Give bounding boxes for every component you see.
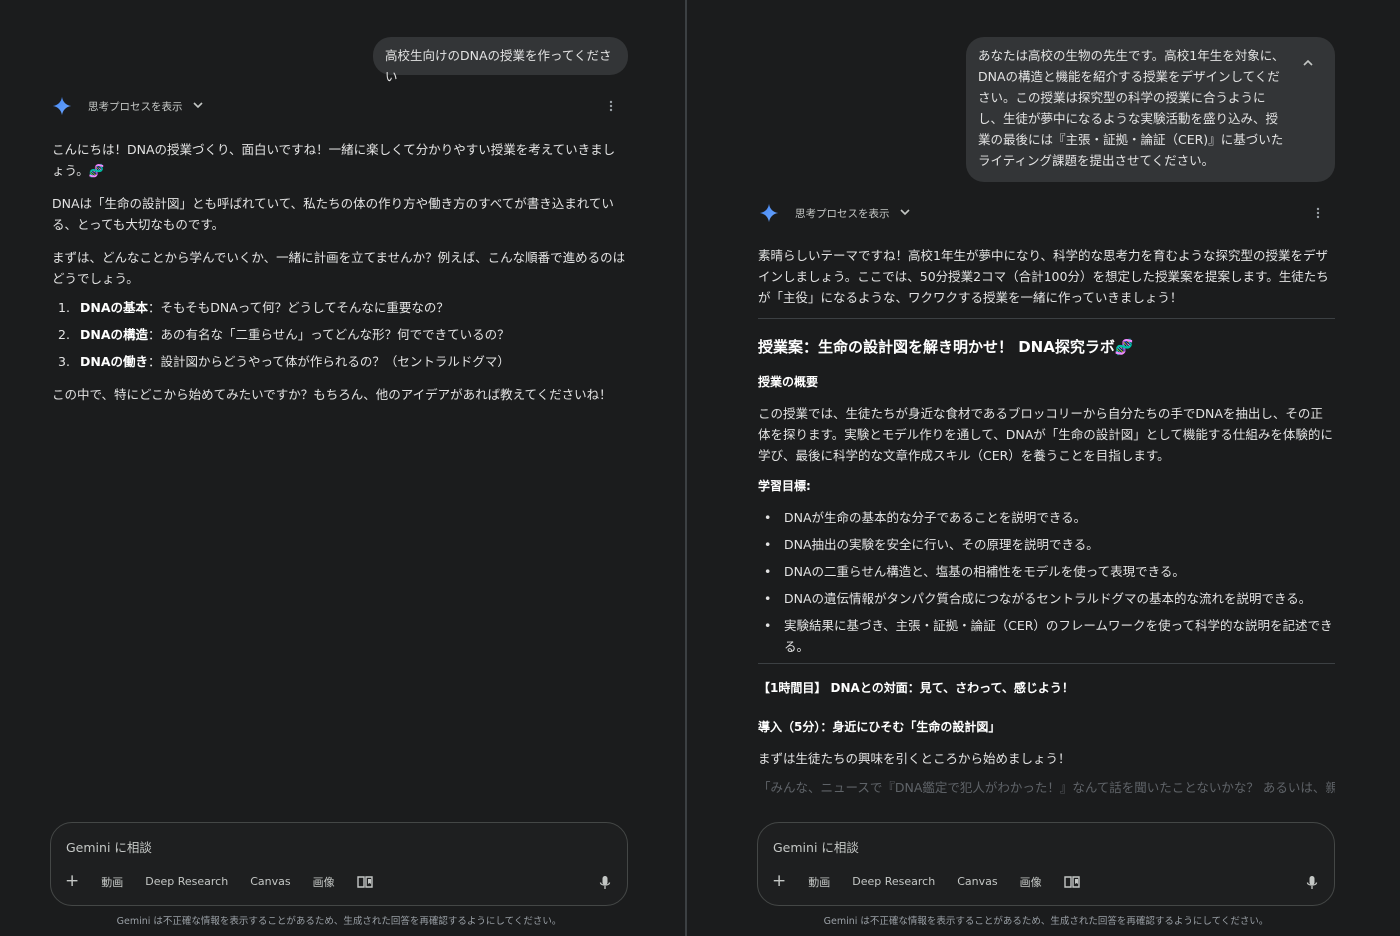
mic-icon[interactable] (1306, 875, 1318, 891)
intro-text: まずは生徒たちの興味を引くところから始めましょう！ (758, 751, 1071, 766)
list-bold: DNAの基本 (80, 300, 149, 315)
tool-canvas[interactable]: Canvas (250, 875, 290, 888)
add-icon[interactable]: + (772, 873, 786, 890)
lesson-title-text: 授業案：生命の設計図を解き明かせ！ DNA探究ラボ (758, 338, 1115, 356)
thinking-toggle[interactable]: 思考プロセスを表示 (759, 203, 910, 223)
gemini-spark-icon (52, 96, 72, 116)
left-chat-pane: 高校生向けのDNAの授業を作ってください 思考プロセスを表示 こんにちは！DNA… (0, 0, 685, 936)
prompt-composer: Gemini に相談 + 動画 Deep Research Canvas 画像 (50, 822, 628, 906)
tool-image[interactable]: 画像 (313, 874, 335, 890)
list-number: 3. (58, 354, 70, 369)
think-label: 思考プロセスを表示 (795, 207, 890, 220)
list-text: ：そもそもDNAって何？どうしてそんなに重要なの？ (148, 300, 449, 315)
think-label: 思考プロセスを表示 (88, 100, 183, 113)
goal-item: 実験結果に基づき、主張・証拠・論証（CER）のフレームワークを使って科学的な説明… (758, 615, 1335, 657)
disclaimer-text: Gemini は不正確な情報を表示することがあるため、生成された回答を再確認する… (823, 916, 1269, 927)
gemini-spark-icon (759, 203, 779, 223)
right-chat-pane: あなたは高校の生物の先生です。高校1年生を対象に、DNAの構造と機能を紹介する授… (687, 0, 1400, 936)
thinking-toggle[interactable]: 思考プロセスを表示 (52, 96, 203, 116)
chevron-down-icon (192, 101, 203, 112)
response-text: こんにちは！DNAの授業づくり、面白いですね！一緒に楽しくて分かりやすい授業を考… (52, 142, 616, 178)
session1-heading: 【1時間目】 DNAとの対面：見て、さわって、感じよう！ (758, 681, 1074, 695)
goals-list: DNAが生命の基本的な分子であることを説明できる。 DNA抽出の実験を安全に行い… (758, 507, 1335, 657)
list-item: 1. DNAの基本：そもそもDNAって何？どうしてそんなに重要なの？ (52, 297, 627, 318)
user-message-bubble: あなたは高校の生物の先生です。高校1年生を対象に、DNAの構造と機能を紹介する授… (966, 37, 1335, 182)
list-number: 2. (58, 327, 70, 342)
assistant-response: こんにちは！DNAの授業づくり、面白いですね！一緒に楽しくて分かりやすい授業を考… (52, 139, 627, 417)
composer-toolbar: + 動画 Deep Research Canvas 画像 (65, 873, 373, 890)
goal-item: DNAが生命の基本的な分子であることを説明できる。 (758, 507, 1335, 528)
tool-deep-research[interactable]: Deep Research (852, 875, 935, 888)
goals-heading: 学習目標: (758, 479, 811, 493)
mic-icon[interactable] (599, 875, 611, 891)
dna-emoji: 🧬 (1114, 338, 1134, 356)
response-list: 1. DNAの基本：そもそもDNAって何？どうしてそんなに重要なの？ 2. DNAの… (52, 297, 627, 372)
tool-video[interactable]: 動画 (808, 874, 830, 890)
overview-heading: 授業の概要 (758, 375, 819, 389)
goal-item: DNAの二重らせん構造と、塩基の相補性をモデルを使って表現できる。 (758, 561, 1335, 582)
more-options-icon[interactable] (609, 100, 613, 114)
add-icon[interactable]: + (65, 873, 79, 890)
user-message-text: 高校生向けのDNAの授業を作ってください (385, 48, 612, 84)
list-bold: DNAの構造 (80, 327, 149, 342)
section-divider (758, 663, 1335, 664)
chevron-down-icon (899, 208, 910, 219)
list-number: 1. (58, 300, 70, 315)
response-intro: 素晴らしいテーマですね！高校1年生が夢中になり、科学的な思考力を育むような探究型… (758, 248, 1329, 305)
book-icon[interactable] (1063, 875, 1080, 889)
list-text: ：あの有名な「二重らせん」ってどんな形？何でできているの？ (148, 327, 510, 342)
list-bold: DNAの働き (80, 354, 149, 369)
prompt-input[interactable]: Gemini に相談 (773, 837, 859, 856)
lesson-title: 授業案：生命の設計図を解き明かせ！ DNA探究ラボ🧬 (758, 337, 1335, 358)
list-item: 3. DNAの働き：設計図からどうやって体が作られるの？（セントラルドグマ） (52, 351, 627, 372)
response-paragraph: この中で、特にどこから始めてみたいですか？もちろん、他のアイデアがあれば教えてく… (52, 387, 612, 402)
tool-image[interactable]: 画像 (1020, 874, 1042, 890)
composer-toolbar: + 動画 Deep Research Canvas 画像 (772, 873, 1080, 890)
disclaimer-text: Gemini は不正確な情報を表示することがあるため、生成された回答を再確認する… (116, 916, 562, 927)
intro-heading: 導入（5分）：身近にひそむ「生命の設計図」 (758, 720, 1001, 734)
section-divider (758, 318, 1335, 319)
goal-item: DNAの遺伝情報がタンパク質合成につながるセントラルドグマの基本的な流れを説明で… (758, 588, 1335, 609)
prompt-input[interactable]: Gemini に相談 (66, 837, 152, 856)
user-message-bubble: 高校生向けのDNAの授業を作ってください (373, 37, 628, 84)
book-icon[interactable] (356, 875, 373, 889)
response-paragraph: まずは、どんなことから学んでいくか、一緒に計画を立てませんか？例えば、こんな順番… (52, 250, 626, 286)
response-paragraph: こんにちは！DNAの授業づくり、面白いですね！一緒に楽しくて分かりやすい授業を考… (52, 139, 627, 181)
dna-emoji: 🧬 (88, 163, 105, 178)
list-item: 2. DNAの構造：あの有名な「二重らせん」ってどんな形？何でできているの？ (52, 324, 627, 345)
list-text: ：設計図からどうやって体が作られるの？（セントラルドグマ） (148, 354, 510, 369)
prompt-composer: Gemini に相談 + 動画 Deep Research Canvas 画像 (757, 822, 1335, 906)
faded-quote-text: 「みんな、ニュースで『DNA鑑定で犯人がわかった！』なんて話を聞いたことないかな… (758, 780, 1335, 795)
collapse-chevron-icon[interactable] (1303, 53, 1313, 74)
tool-deep-research[interactable]: Deep Research (145, 875, 228, 888)
goal-item: DNA抽出の実験を安全に行い、その原理を説明できる。 (758, 534, 1335, 555)
overview-text: この授業では、生徒たちが身近な食材であるブロッコリーから自分たちの手でDNAを抽… (758, 406, 1333, 463)
more-options-icon[interactable] (1316, 207, 1320, 221)
user-message-text: あなたは高校の生物の先生です。高校1年生を対象に、DNAの構造と機能を紹介する授… (978, 48, 1285, 168)
response-paragraph: DNAは「生命の設計図」とも呼ばれていて、私たちの体の作り方や働き方のすべてが書… (52, 196, 614, 232)
tool-canvas[interactable]: Canvas (957, 875, 997, 888)
assistant-response: 素晴らしいテーマですね！高校1年生が夢中になり、科学的な思考力を育むような探究型… (758, 245, 1335, 810)
tool-video[interactable]: 動画 (101, 874, 123, 890)
